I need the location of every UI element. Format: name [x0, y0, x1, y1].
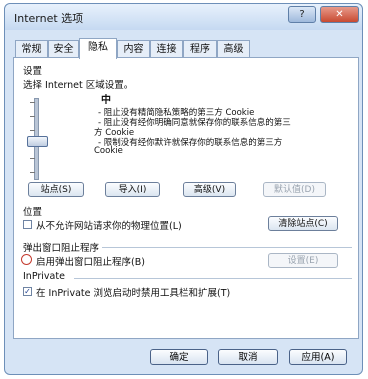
- tab-general[interactable]: 常规: [15, 40, 48, 58]
- import-button[interactable]: 导入(I): [105, 182, 160, 197]
- apply-button[interactable]: 应用(A): [289, 349, 347, 365]
- never-allow-location-label: 从不允许网站请求你的物理位置(L): [36, 221, 182, 232]
- close-button[interactable]: ✕: [320, 6, 359, 23]
- inprivate-header: InPrivate: [23, 271, 65, 282]
- slider-tick: [30, 102, 35, 103]
- default-button[interactable]: 默认值(D): [263, 182, 326, 197]
- separator: [74, 278, 352, 279]
- slider-tick: [30, 158, 35, 159]
- clear-sites-button[interactable]: 清除站点(C): [268, 216, 338, 231]
- disable-toolbars-label: 在 InPrivate 浏览启动时禁用工具栏和扩展(T): [36, 288, 231, 299]
- location-header: 位置: [23, 207, 43, 218]
- privacy-desc-line: Cookie: [94, 146, 123, 156]
- enable-popup-blocker-label: 启用弹出窗口阻止程序(B): [36, 257, 145, 268]
- slider-thumb[interactable]: [27, 136, 48, 147]
- internet-options-window: Internet 选项 ? ✕ 常规 安全 隐私 内容 连接 程序 高级 设置 …: [4, 3, 363, 375]
- popup-blocker-header: 弹出窗口阻止程序: [23, 243, 100, 254]
- ok-button[interactable]: 确定: [150, 349, 208, 365]
- disable-toolbars-checkbox[interactable]: ✓: [23, 287, 32, 296]
- slider-tick: [30, 130, 35, 131]
- never-allow-location-checkbox[interactable]: [23, 220, 32, 229]
- tab-privacy[interactable]: 隐私: [79, 38, 117, 59]
- settings-header: 设置: [23, 66, 43, 77]
- title-bar[interactable]: Internet 选项 ? ✕: [5, 4, 362, 30]
- tab-advanced[interactable]: 高级: [217, 40, 250, 58]
- separator: [102, 247, 352, 248]
- slider-tick: [30, 116, 35, 117]
- window-title: Internet 选项: [14, 12, 84, 25]
- zone-settings-label: 选择 Internet 区域设置。: [23, 80, 134, 91]
- cancel-button[interactable]: 取消: [218, 349, 278, 365]
- privacy-panel: 设置 选择 Internet 区域设置。 中 - 阻止没有精简隐私策略的第三方 …: [13, 57, 359, 339]
- advanced-button[interactable]: 高级(V): [183, 182, 236, 197]
- tab-connections[interactable]: 连接: [150, 40, 183, 58]
- privacy-desc-line: - 限制没有经你默许就保存你的联系信息的第三方: [98, 138, 283, 148]
- sites-button[interactable]: 站点(S): [28, 182, 84, 197]
- privacy-level: 中: [101, 95, 111, 106]
- popup-settings-button[interactable]: 设置(E): [268, 253, 338, 268]
- help-button[interactable]: ?: [288, 6, 316, 23]
- tab-programs[interactable]: 程序: [183, 40, 217, 58]
- tab-content[interactable]: 内容: [117, 40, 150, 58]
- enable-popup-blocker-checkbox[interactable]: [21, 254, 32, 265]
- tab-security[interactable]: 安全: [48, 40, 79, 58]
- slider-tick: [30, 172, 35, 173]
